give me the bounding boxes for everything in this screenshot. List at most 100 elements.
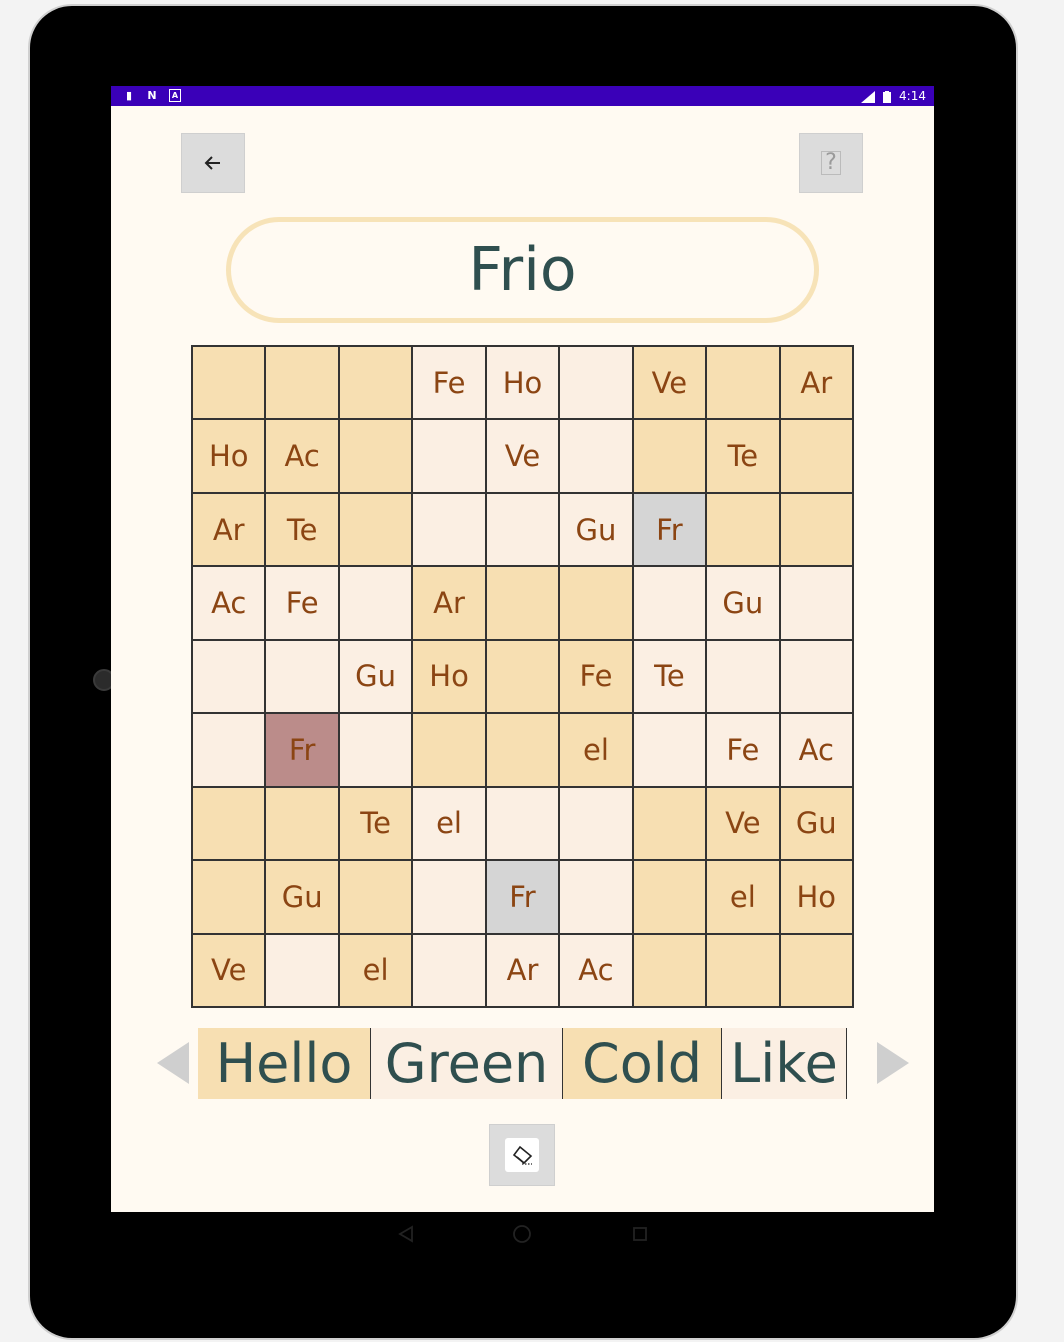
grid-cell[interactable]	[706, 346, 780, 420]
grid-cell[interactable]	[192, 346, 266, 420]
grid-cell[interactable]: Ho	[412, 639, 486, 714]
grid-cell[interactable]: Ar	[779, 346, 853, 420]
grid-cell[interactable]: Ho	[485, 346, 560, 420]
grid-cell[interactable]: Fr	[265, 713, 339, 787]
grid-cell[interactable]	[632, 566, 707, 640]
grid-cell[interactable]	[632, 786, 707, 861]
grid-cell[interactable]	[559, 860, 633, 934]
grid-cell[interactable]	[779, 419, 853, 493]
grid-cell[interactable]: el	[412, 786, 486, 861]
grid-cell[interactable]: Ac	[559, 933, 633, 1007]
grid-cell[interactable]: Ve	[192, 933, 266, 1007]
grid-cell[interactable]	[265, 786, 339, 861]
grid-cell[interactable]: Te	[265, 492, 339, 567]
grid-cell[interactable]	[779, 492, 853, 567]
grid-cell[interactable]: Ar	[485, 933, 560, 1007]
grid-cell[interactable]: Ar	[192, 492, 266, 567]
grid-cell[interactable]: Ve	[485, 419, 560, 493]
grid-cell[interactable]: Ar	[412, 566, 486, 640]
grid-cell[interactable]	[192, 786, 266, 861]
grid-cell[interactable]	[485, 492, 560, 567]
eraser-button[interactable]	[489, 1124, 555, 1186]
grid-cell[interactable]	[412, 713, 486, 787]
eraser-icon-box	[505, 1138, 539, 1172]
grid-cell[interactable]	[779, 933, 853, 1007]
grid-cell[interactable]: Fe	[265, 566, 339, 640]
n-notification-icon: N	[147, 89, 157, 102]
grid-cell[interactable]: Fe	[412, 346, 486, 420]
grid-cell[interactable]	[706, 933, 780, 1007]
grid-cell[interactable]: Ve	[632, 346, 707, 420]
grid-cell[interactable]: Gu	[265, 860, 339, 934]
grid-cell[interactable]: el	[706, 860, 780, 934]
grid-cell[interactable]	[632, 713, 707, 787]
grid-cell[interactable]	[632, 419, 707, 493]
grid-cell[interactable]: Gu	[779, 786, 853, 861]
grid-cell[interactable]: Ac	[192, 566, 266, 640]
grid-cell[interactable]	[265, 639, 339, 714]
grid-cell[interactable]	[485, 566, 560, 640]
grid-cell[interactable]	[338, 566, 413, 640]
grid-cell[interactable]: Te	[338, 786, 413, 861]
grid-cell[interactable]	[559, 566, 633, 640]
grid-cell[interactable]	[706, 492, 780, 567]
nav-recents-button[interactable]	[628, 1222, 652, 1246]
grid-cell[interactable]	[412, 860, 486, 934]
word-item[interactable]: Cold	[563, 1028, 722, 1099]
grid-cell[interactable]: Fr	[485, 860, 560, 934]
grid-cell[interactable]	[265, 933, 339, 1007]
grid-cell[interactable]: Gu	[706, 566, 780, 640]
grid-cell[interactable]	[485, 639, 560, 714]
grid-cell[interactable]	[192, 713, 266, 787]
grid-cell[interactable]: Fe	[706, 713, 780, 787]
target-word-title: Frio	[226, 217, 819, 323]
nav-back-button[interactable]	[394, 1222, 418, 1246]
grid-cell[interactable]: Ho	[192, 419, 266, 493]
grid-cell[interactable]	[412, 933, 486, 1007]
back-button[interactable]	[181, 133, 245, 193]
grid-cell[interactable]	[632, 860, 707, 934]
grid-cell[interactable]: Ho	[779, 860, 853, 934]
grid-cell[interactable]: Gu	[338, 639, 413, 714]
grid-cell[interactable]	[779, 639, 853, 714]
grid-cell[interactable]: Ac	[265, 419, 339, 493]
help-button[interactable]: ?	[799, 133, 863, 193]
grid-cell[interactable]: el	[338, 933, 413, 1007]
grid-cell[interactable]	[412, 492, 486, 567]
status-right: 4:14	[861, 88, 926, 104]
grid-cell[interactable]	[338, 346, 413, 420]
word-item[interactable]: Like	[722, 1028, 847, 1099]
grid-cell[interactable]	[192, 860, 266, 934]
grid-cell[interactable]	[559, 786, 633, 861]
sd-card-icon: ▮	[125, 89, 133, 102]
grid-cell[interactable]: Ve	[706, 786, 780, 861]
grid-cell[interactable]	[632, 933, 707, 1007]
grid-cell[interactable]	[338, 713, 413, 787]
grid-cell[interactable]	[485, 786, 560, 861]
grid-cell[interactable]	[485, 713, 560, 787]
grid-cell[interactable]	[559, 346, 633, 420]
grid-cell[interactable]: Te	[632, 639, 707, 714]
status-bar: ▮ N A 4:14	[111, 86, 934, 106]
grid-cell[interactable]	[338, 419, 413, 493]
grid-cell[interactable]	[338, 492, 413, 567]
grid-cell[interactable]: Ac	[779, 713, 853, 787]
grid-cell[interactable]: el	[559, 713, 633, 787]
grid-cell[interactable]: Fr	[632, 492, 707, 567]
word-item[interactable]: Hello	[198, 1028, 371, 1099]
word-item[interactable]: Green	[371, 1028, 563, 1099]
grid-cell[interactable]	[265, 346, 339, 420]
grid-cell[interactable]: Gu	[559, 492, 633, 567]
grid-cell[interactable]	[559, 419, 633, 493]
grid-cell[interactable]	[706, 639, 780, 714]
grid-cell[interactable]	[412, 419, 486, 493]
scroll-left-arrow[interactable]	[157, 1042, 189, 1084]
eraser-icon	[512, 1145, 533, 1165]
nav-home-button[interactable]	[510, 1222, 534, 1246]
grid-cell[interactable]	[192, 639, 266, 714]
grid-cell[interactable]	[338, 860, 413, 934]
grid-cell[interactable]: Fe	[559, 639, 633, 714]
grid-cell[interactable]: Te	[706, 419, 780, 493]
scroll-right-arrow[interactable]	[877, 1042, 909, 1084]
grid-cell[interactable]	[779, 566, 853, 640]
